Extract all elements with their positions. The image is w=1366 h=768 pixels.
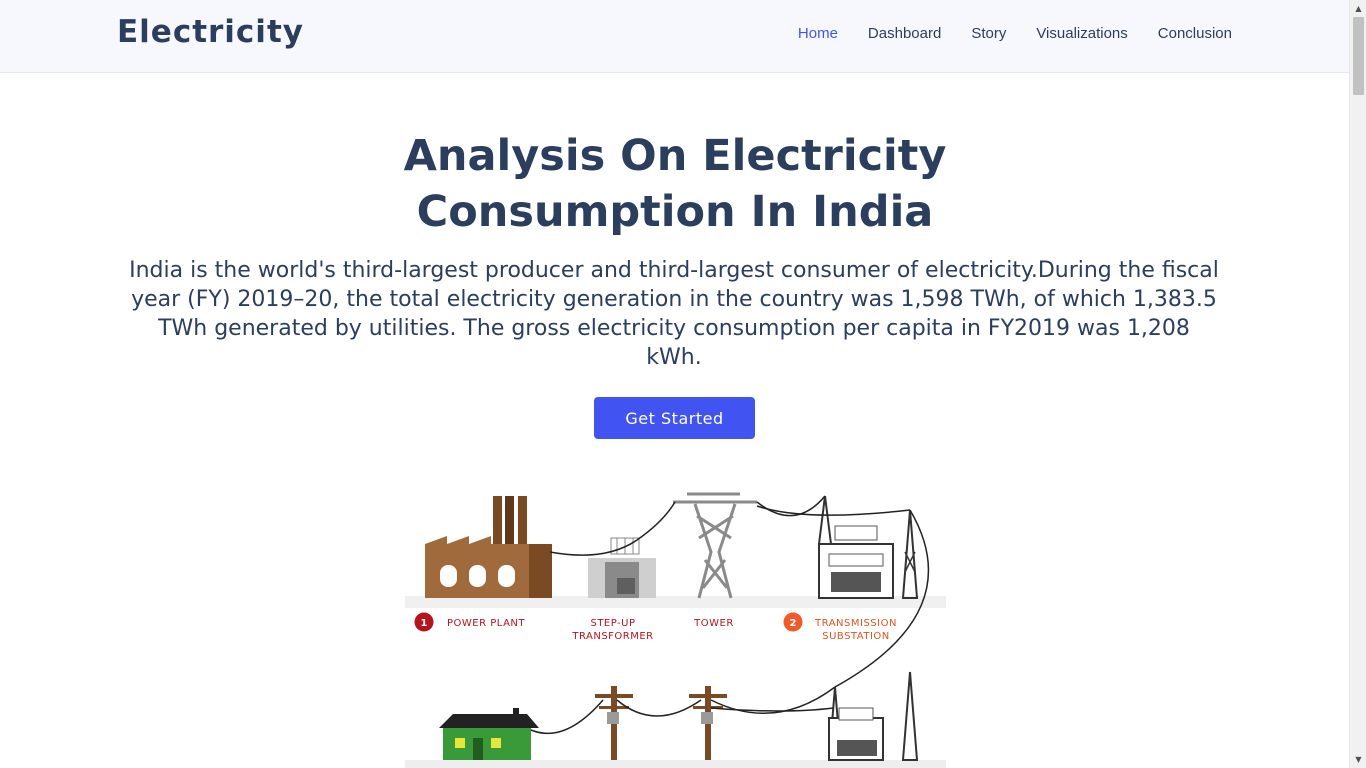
get-started-button[interactable]: Get Started xyxy=(594,397,755,439)
nav-home[interactable]: Home xyxy=(798,25,838,42)
label-power-plant: POWER PLANT xyxy=(447,618,525,629)
power-grid-illustration: 1 POWER PLANT STEP-UP TRANSFORMER TOWER … xyxy=(405,492,946,768)
label-transmission: TRANSMISSION xyxy=(814,618,897,629)
label-tower: TOWER xyxy=(693,618,734,629)
header-navbar: Electricity Home Dashboard Story Visuali… xyxy=(0,0,1349,73)
nav-dashboard[interactable]: Dashboard xyxy=(868,25,941,42)
nav-story[interactable]: Story xyxy=(971,25,1006,42)
label-substation: SUBSTATION xyxy=(822,631,890,642)
utility-pole-icon xyxy=(595,686,633,760)
step-up-transformer-icon xyxy=(588,537,656,598)
page-scrollbar[interactable]: ▲ ▼ xyxy=(1349,0,1366,768)
distribution-substation-icon xyxy=(827,671,919,761)
utility-pole-icon xyxy=(689,686,727,760)
scrollbar-thumb[interactable] xyxy=(1353,17,1364,95)
label-transformer: TRANSFORMER xyxy=(571,631,653,642)
power-plant-icon xyxy=(425,496,552,598)
nav-conclusion[interactable]: Conclusion xyxy=(1158,25,1232,42)
label-step-up: STEP-UP xyxy=(590,618,635,629)
nav-visualizations[interactable]: Visualizations xyxy=(1036,25,1127,42)
hero-description: India is the world's third-largest produ… xyxy=(129,258,1219,370)
main-nav: Home Dashboard Story Visualizations Conc… xyxy=(768,25,1232,42)
step-1-number: 1 xyxy=(421,618,428,629)
brand-logo[interactable]: Electricity xyxy=(117,14,304,50)
house-icon xyxy=(439,708,539,760)
hero-title: Analysis On Electricity Consumption In I… xyxy=(403,131,947,237)
step-2-number: 2 xyxy=(790,618,797,629)
scroll-up-arrow-icon[interactable]: ▲ xyxy=(1350,0,1366,17)
transmission-tower-icon xyxy=(673,492,757,599)
scroll-down-arrow-icon[interactable]: ▼ xyxy=(1350,751,1366,768)
